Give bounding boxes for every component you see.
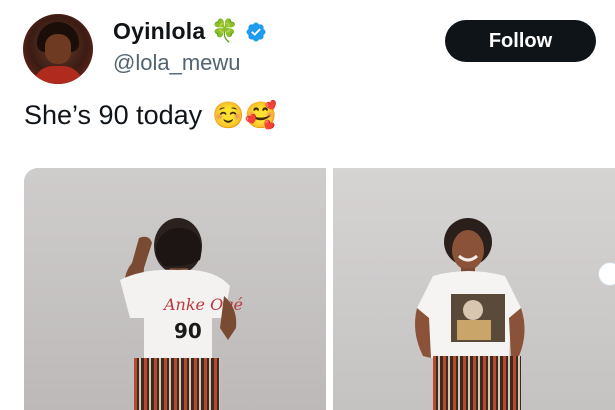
author-display-name[interactable]: Oyinlola (113, 18, 205, 45)
tweet-card: Oyinlola 🍀 @lola_mewu Follow She’s 90 to… (0, 0, 615, 410)
tweet-emojis: ☺️🥰 (212, 100, 277, 131)
avatar[interactable] (23, 14, 93, 84)
tweet-photo-1[interactable]: Anke Ogé 90 (24, 168, 326, 410)
avatar-shoulders (33, 66, 83, 84)
photo-front-view-image (333, 168, 615, 410)
shirt-number-text: 90 (174, 319, 202, 343)
author-handle[interactable]: @lola_mewu (113, 50, 241, 76)
follow-button[interactable]: Follow (445, 20, 596, 62)
tweet-photo-2[interactable] (333, 168, 615, 410)
author-name-row: Oyinlola 🍀 (113, 18, 267, 45)
clover-icon: 🍀 (211, 18, 239, 44)
avatar-face (45, 34, 71, 64)
verified-badge-icon (246, 22, 266, 41)
carousel-next-button[interactable] (598, 262, 615, 286)
tweet-text-body: She’s 90 today (24, 100, 203, 130)
photo-back-view-image: Anke Ogé 90 (24, 168, 326, 410)
tweet-text: She’s 90 today ☺️🥰 (24, 100, 277, 131)
tweet-media: Anke Ogé 90 (24, 168, 615, 410)
